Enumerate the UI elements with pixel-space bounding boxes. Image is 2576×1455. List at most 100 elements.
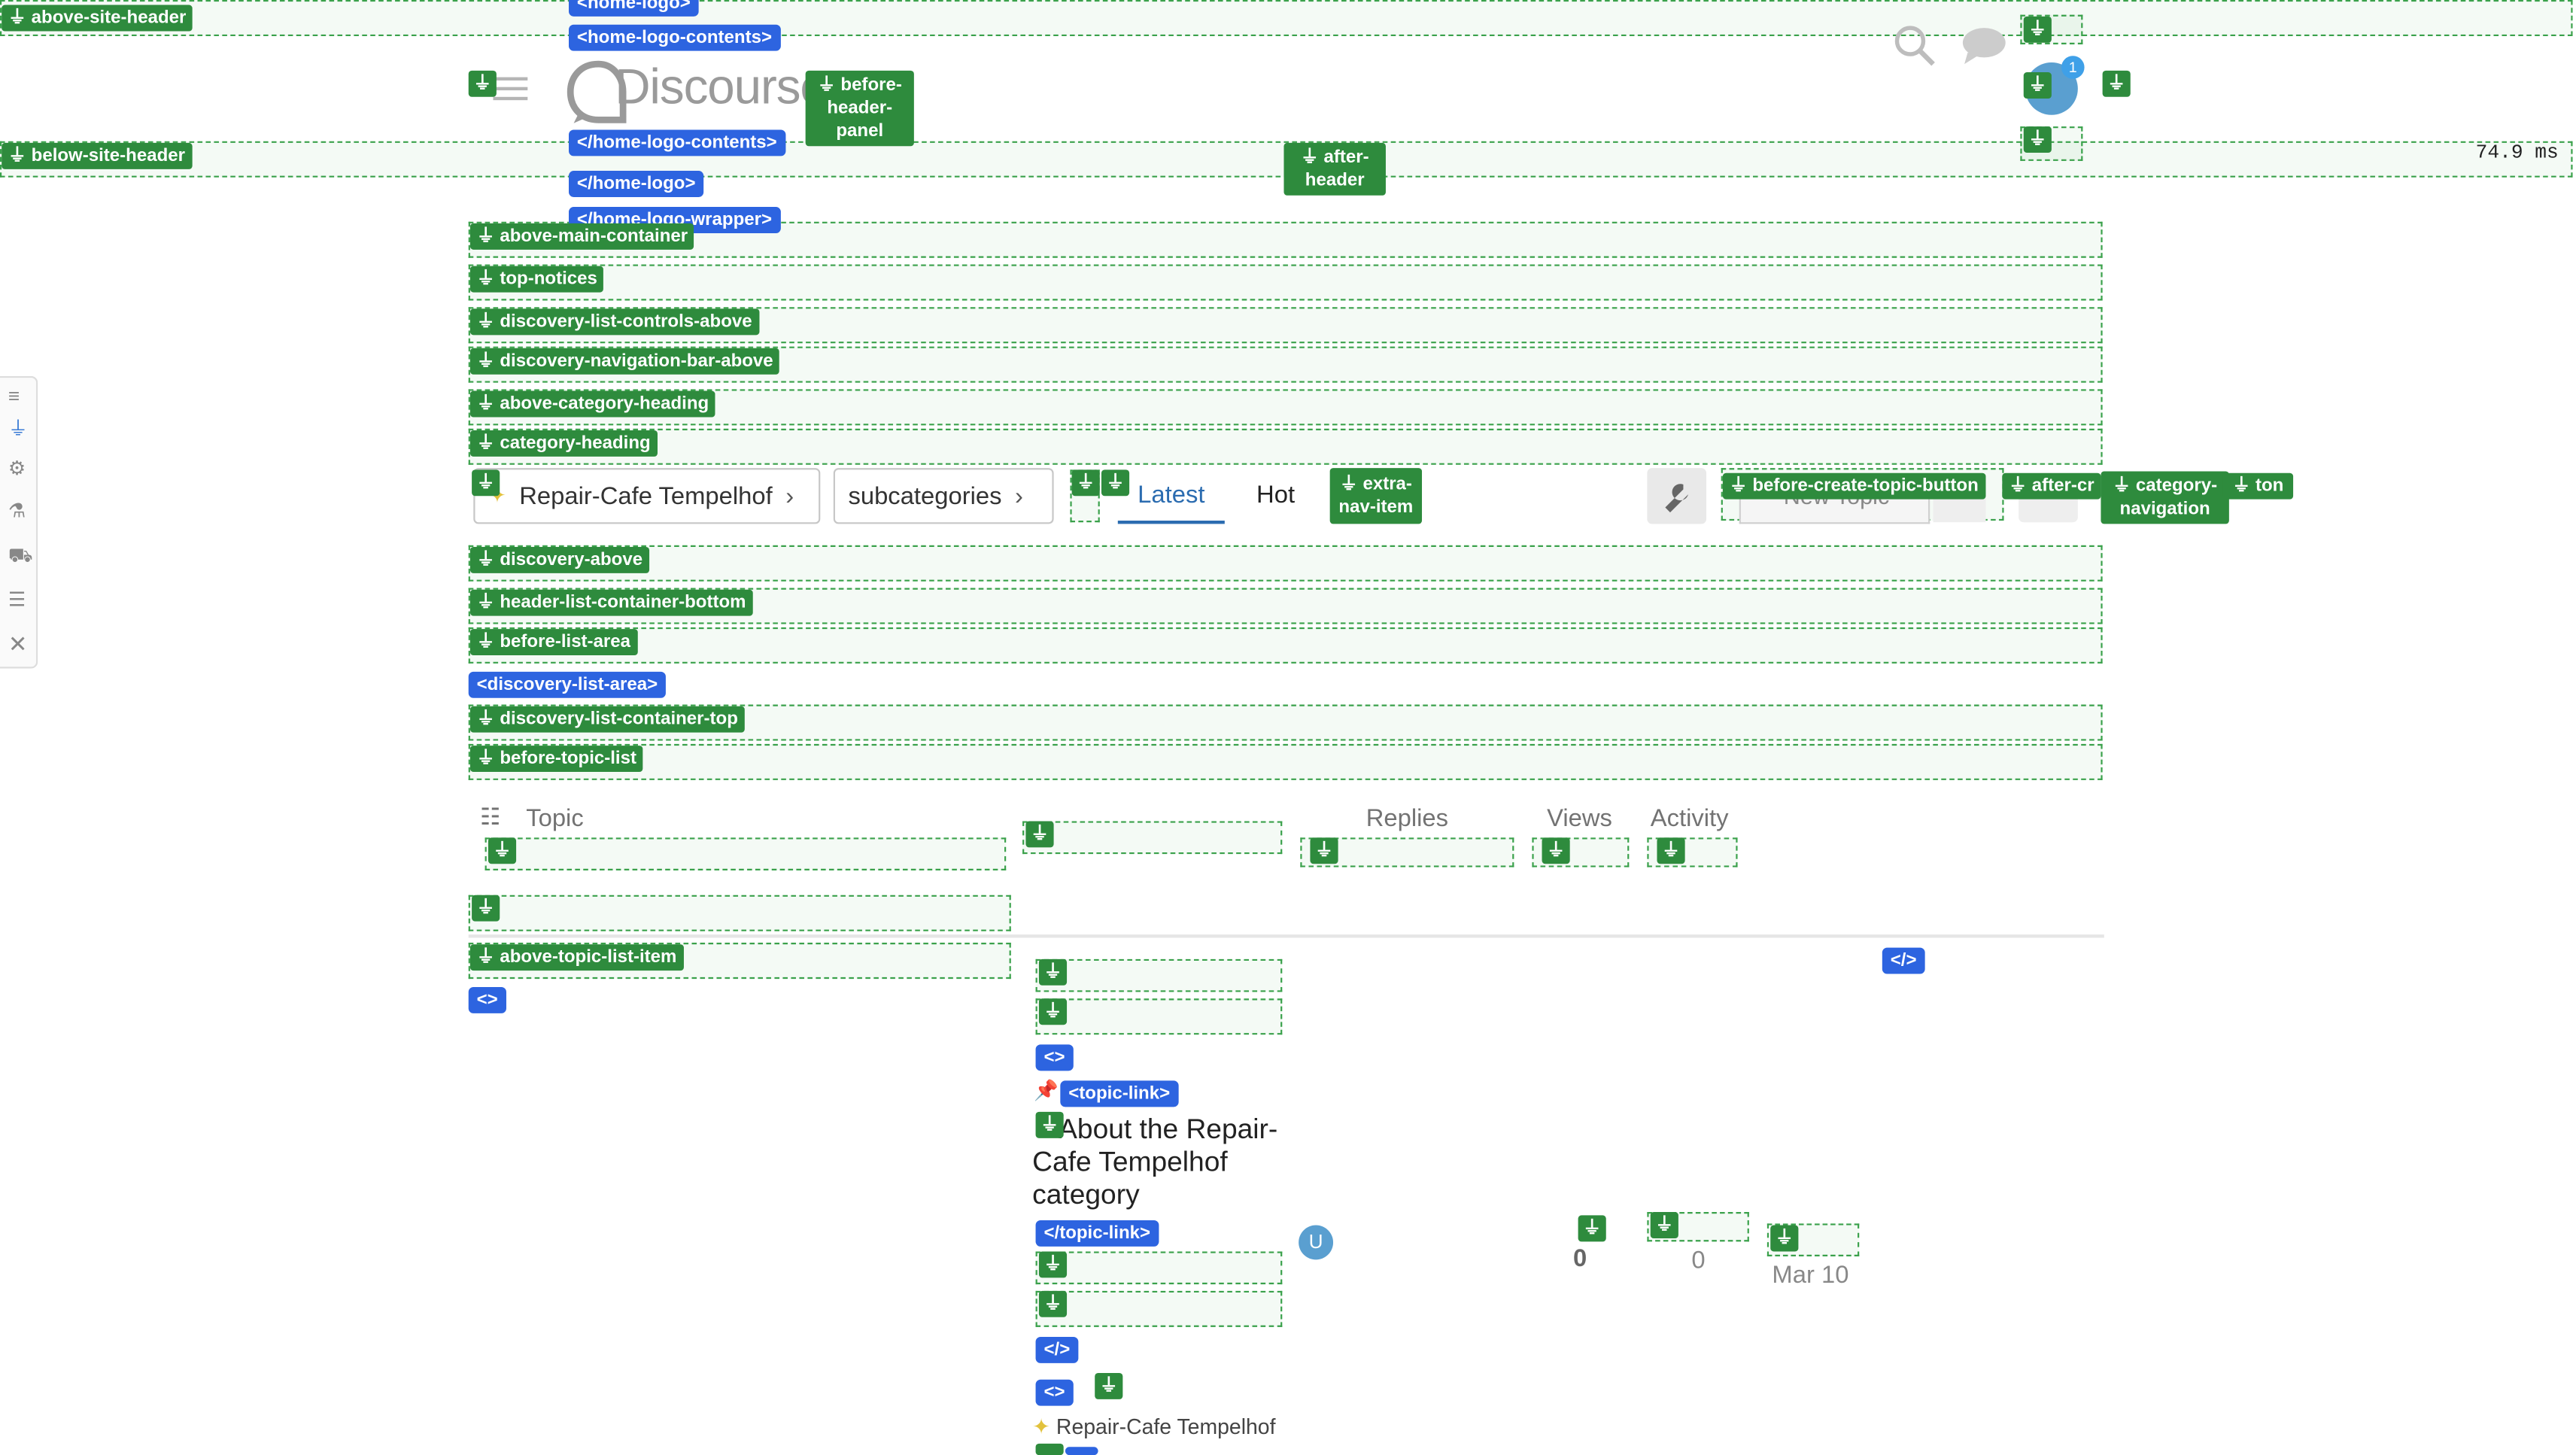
below-site-header-label: below-site-header — [2, 142, 192, 169]
column-header-activity[interactable]: Activity — [1651, 805, 1729, 833]
toolbar-components-icon[interactable]: ⚙ — [8, 457, 26, 480]
plugin-outlet-icon: ⏚ — [1038, 998, 1068, 1025]
plugin-outlet-icon: ⏚ — [1038, 1251, 1068, 1278]
home-logo-contents-close-tag: </home-logo-contents> — [569, 129, 785, 156]
toolbar-plugin-outlet-icon[interactable]: ⏚ — [8, 414, 28, 442]
toolbar-close-icon[interactable]: ✕ — [8, 630, 28, 658]
before-topic-list-outlet-box — [468, 743, 2103, 780]
discovery-navigation-bar-above-label: discovery-navigation-bar-above — [469, 348, 780, 375]
discovery-list-area-tag: <discovery-list-area> — [468, 671, 667, 698]
topic-category-label: Repair-Cafe Tempelhof — [1056, 1414, 1276, 1439]
home-logo-open-tag: <home-logo> — [569, 0, 699, 17]
plugin-outlet-icon: ⏚ — [1095, 1372, 1123, 1399]
column-header-views[interactable]: Views — [1547, 805, 1612, 833]
logo-wordmark: Discourse — [615, 60, 828, 115]
notification-count-badge: 1 — [2061, 56, 2085, 79]
column-header-replies[interactable]: Replies — [1366, 805, 1448, 833]
category-navigation-label: category-navigation — [2101, 471, 2229, 524]
plugin-outlet-icon: ⏚ — [1657, 837, 1685, 864]
discovery-list-controls-above-label: discovery-list-controls-above — [469, 308, 759, 336]
chat-bubble-icon[interactable] — [1961, 26, 2007, 65]
header-list-container-bottom-label: header-list-container-bottom — [469, 589, 753, 616]
toolbar-menu-icon[interactable]: ≡ — [8, 384, 20, 408]
views-count: 0 — [1691, 1246, 1706, 1275]
header-outlet-box — [1022, 821, 1283, 855]
discovery-list-container-top-label: discovery-list-container-top — [469, 706, 745, 733]
above-main-container-label: above-main-container — [469, 223, 694, 250]
cut-off-tag — [1065, 1447, 1098, 1455]
discovery-above-label: discovery-above — [469, 546, 649, 573]
header-outlet-box — [485, 837, 1007, 870]
after-create-topic-button-label: after-cr — [2002, 472, 2101, 500]
plugin-outlet-icon: ⏚ — [1038, 1290, 1068, 1317]
toolbar-flask-icon[interactable]: ⚗ — [8, 500, 26, 523]
plugin-outlet-icon: ⏚ — [1542, 837, 1570, 864]
toolbar-comments-icon[interactable]: ☰ — [8, 588, 26, 612]
before-topic-list-label: before-topic-list — [469, 746, 643, 773]
plugin-outlet-icon: ⏚ — [1578, 1215, 1606, 1242]
plugin-outlet-icon: ⏚ — [468, 70, 497, 97]
above-category-heading-label: above-category-heading — [469, 390, 715, 418]
topic-outlet-box — [1035, 1251, 1283, 1285]
column-header-topic[interactable]: Topic — [526, 805, 584, 833]
above-site-header-outlet-box — [0, 0, 2573, 37]
plugin-outlet-icon: ⏚ — [2023, 16, 2052, 43]
category-breadcrumb-dropdown[interactable]: ✦ Repair-Cafe Tempelhof › — [473, 468, 821, 524]
render-timing-readout: 74.9 ms — [2475, 141, 2559, 165]
category-navigation-suffix-label: ton — [2222, 472, 2294, 500]
empty-close-tag: </> — [1882, 947, 1925, 974]
subcategories-dropdown[interactable]: subcategories › — [833, 468, 1054, 524]
top-notices-label: top-notices — [469, 266, 604, 293]
poster-avatar[interactable]: U — [1299, 1225, 1334, 1260]
discourse-logo[interactable]: Discourse — [566, 57, 828, 126]
category-navigation-suffix-text: ton — [2255, 476, 2284, 497]
category-badge-icon: ✦ — [1032, 1414, 1051, 1439]
dev-tools-toolbar: ≡ ⏚ ⚙ ⚗ ⛟ ☰ ✕ — [0, 375, 38, 669]
category-breadcrumb-label: Repair-Cafe Tempelhof — [519, 481, 773, 510]
topic-title-link[interactable]: About the Repair-Cafe Tempelhof category — [1032, 1113, 1296, 1212]
empty-open-tag: <> — [1035, 1044, 1074, 1071]
plugin-outlet-icon: ⏚ — [472, 895, 500, 922]
topic-link-open-tag: <topic-link> — [1060, 1080, 1179, 1107]
plugin-outlet-icon: ⏚ — [1310, 837, 1338, 864]
tab-hot[interactable]: Hot — [1238, 468, 1314, 524]
plugin-outlet-icon: ⏚ — [1650, 1212, 1678, 1238]
plugin-outlet-icon: ⏚ — [472, 469, 500, 497]
admin-wrench-button[interactable] — [1647, 468, 1707, 524]
above-site-header-label: above-site-header — [2, 5, 193, 32]
bulk-select-icon[interactable]: ☷ — [480, 803, 500, 831]
plugin-outlet-icon: ⏚ — [1035, 1111, 1064, 1138]
after-header-label: after-header — [1283, 142, 1386, 196]
discourse-plugin-outlet-debug-view: above-site-header <home-logo> <home-logo… — [0, 0, 2576, 1455]
plugin-outlet-icon: ⏚ — [1038, 958, 1068, 986]
topic-outlet-box — [1035, 1290, 1283, 1327]
plugin-outlet-icon: ⏚ — [1071, 469, 1100, 497]
replies-count: 0 — [1573, 1244, 1587, 1273]
hamburger-menu-icon[interactable] — [493, 74, 528, 103]
category-heading-outlet-box — [468, 428, 2103, 465]
topic-outlet-box — [1035, 958, 1283, 992]
pin-icon: 📌 — [1034, 1079, 1059, 1102]
topic-outlet-box — [1035, 998, 1283, 1035]
top-notices-outlet-box — [468, 264, 2103, 301]
search-icon[interactable] — [1894, 25, 1937, 68]
home-logo-close-tag: </home-logo> — [569, 171, 704, 197]
tab-latest[interactable]: Latest — [1117, 468, 1225, 524]
plugin-outlet-icon: ⏚ — [1101, 469, 1130, 497]
home-logo-contents-open-tag: <home-logo-contents> — [569, 24, 780, 51]
plugin-outlet-icon: ⏚ — [2023, 72, 2052, 99]
empty-open-tag: <> — [1035, 1379, 1074, 1406]
extra-nav-item-label: extra-nav-item — [1329, 468, 1423, 524]
toolbar-truck-icon[interactable]: ⛟ — [8, 544, 33, 570]
plugin-outlet-icon: ⏚ — [488, 837, 517, 864]
topic-link-close-tag: </topic-link> — [1035, 1220, 1159, 1247]
discovery-above-outlet-box — [468, 545, 2103, 582]
subcategories-label: subcategories — [848, 481, 1002, 510]
empty-close-tag: </> — [1035, 1336, 1079, 1363]
before-list-area-outlet-box — [468, 627, 2103, 664]
category-heading-label: category-heading — [469, 430, 658, 457]
plugin-outlet-icon — [1035, 1443, 1064, 1455]
empty-open-tag: <> — [468, 986, 506, 1013]
topic-category-badge[interactable]: ✦ Repair-Cafe Tempelhof — [1032, 1414, 1275, 1441]
activity-date[interactable]: Mar 10 — [1772, 1262, 1848, 1289]
